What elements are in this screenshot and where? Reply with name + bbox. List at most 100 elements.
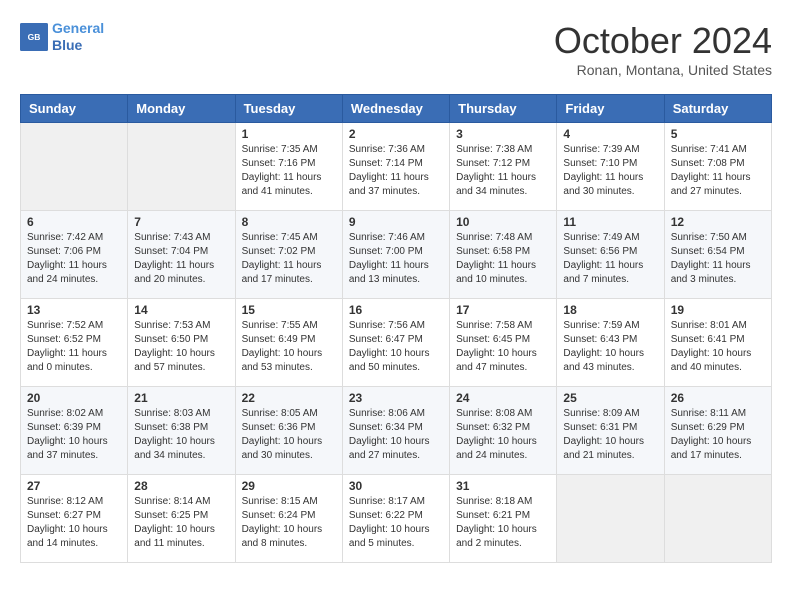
calendar-body: 1 Sunrise: 7:35 AM Sunset: 7:16 PM Daylig…	[21, 123, 772, 563]
day-info: Sunrise: 7:48 AM Sunset: 6:58 PM Dayligh…	[456, 231, 550, 287]
day-number: 30	[349, 479, 443, 493]
day-info: Sunrise: 7:35 AM Sunset: 7:16 PM Dayligh…	[242, 143, 336, 199]
calendar-cell	[128, 123, 235, 211]
calendar-cell	[557, 475, 664, 563]
day-info: Sunrise: 8:09 AM Sunset: 6:31 PM Dayligh…	[563, 407, 657, 463]
logo-icon: GB	[20, 23, 48, 51]
day-number: 4	[563, 127, 657, 141]
location: Ronan, Montana, United States	[554, 62, 772, 78]
day-info: Sunrise: 7:50 AM Sunset: 6:54 PM Dayligh…	[671, 231, 765, 287]
calendar-cell	[664, 475, 771, 563]
day-info: Sunrise: 8:05 AM Sunset: 6:36 PM Dayligh…	[242, 407, 336, 463]
calendar-cell: 8 Sunrise: 7:45 AM Sunset: 7:02 PM Daylig…	[235, 211, 342, 299]
calendar-cell: 18Sunrise: 7:59 AM Sunset: 6:43 PM Dayli…	[557, 299, 664, 387]
calendar-cell: 3Sunrise: 7:38 AM Sunset: 7:12 PM Daylig…	[450, 123, 557, 211]
day-number: 10	[456, 215, 550, 229]
day-number: 23	[349, 391, 443, 405]
day-number: 5	[671, 127, 765, 141]
calendar-cell: 31 Sunrise: 8:18 AM Sunset: 6:21 PM Dayli…	[450, 475, 557, 563]
calendar-week-row: 27 Sunrise: 8:12 AM Sunset: 6:27 PM Dayli…	[21, 475, 772, 563]
weekday-header: Friday	[557, 95, 664, 123]
day-number: 9	[349, 215, 443, 229]
calendar-cell: 27 Sunrise: 8:12 AM Sunset: 6:27 PM Dayli…	[21, 475, 128, 563]
calendar-cell: 12 Sunrise: 7:50 AM Sunset: 6:54 PM Dayli…	[664, 211, 771, 299]
day-number: 28	[134, 479, 228, 493]
calendar-cell: 9 Sunrise: 7:46 AM Sunset: 7:00 PM Daylig…	[342, 211, 449, 299]
calendar-cell: 16 Sunrise: 7:56 AM Sunset: 6:47 PM Dayli…	[342, 299, 449, 387]
day-number: 14	[134, 303, 228, 317]
calendar-cell	[21, 123, 128, 211]
calendar-week-row: 20 Sunrise: 8:02 AM Sunset: 6:39 PM Dayli…	[21, 387, 772, 475]
day-info: Sunrise: 8:03 AM Sunset: 6:38 PM Dayligh…	[134, 407, 228, 463]
day-info: Sunrise: 8:18 AM Sunset: 6:21 PM Dayligh…	[456, 495, 550, 551]
day-info: Sunrise: 8:14 AM Sunset: 6:25 PM Dayligh…	[134, 495, 228, 551]
weekday-header: Sunday	[21, 95, 128, 123]
calendar-cell: 24 Sunrise: 8:08 AM Sunset: 6:32 PM Dayli…	[450, 387, 557, 475]
day-number: 29	[242, 479, 336, 493]
month-title: October 2024	[554, 20, 772, 62]
day-number: 18	[563, 303, 657, 317]
day-info: Sunrise: 7:56 AM Sunset: 6:47 PM Dayligh…	[349, 319, 443, 375]
calendar-week-row: 6Sunrise: 7:42 AM Sunset: 7:06 PM Daylig…	[21, 211, 772, 299]
day-number: 22	[242, 391, 336, 405]
day-number: 27	[27, 479, 121, 493]
day-info: Sunrise: 7:46 AM Sunset: 7:00 PM Dayligh…	[349, 231, 443, 287]
day-number: 26	[671, 391, 765, 405]
weekday-header: Saturday	[664, 95, 771, 123]
calendar-cell: 14 Sunrise: 7:53 AM Sunset: 6:50 PM Dayli…	[128, 299, 235, 387]
calendar-cell: 15 Sunrise: 7:55 AM Sunset: 6:49 PM Dayli…	[235, 299, 342, 387]
day-info: Sunrise: 7:43 AM Sunset: 7:04 PM Dayligh…	[134, 231, 228, 287]
day-number: 11	[563, 215, 657, 229]
calendar-cell: 26 Sunrise: 8:11 AM Sunset: 6:29 PM Dayli…	[664, 387, 771, 475]
day-number: 24	[456, 391, 550, 405]
day-number: 20	[27, 391, 121, 405]
calendar-cell: 4 Sunrise: 7:39 AM Sunset: 7:10 PM Daylig…	[557, 123, 664, 211]
title-block: October 2024 Ronan, Montana, United Stat…	[554, 20, 772, 78]
calendar-cell: 25Sunrise: 8:09 AM Sunset: 6:31 PM Dayli…	[557, 387, 664, 475]
day-info: Sunrise: 7:45 AM Sunset: 7:02 PM Dayligh…	[242, 231, 336, 287]
day-number: 31	[456, 479, 550, 493]
calendar-cell: 7Sunrise: 7:43 AM Sunset: 7:04 PM Daylig…	[128, 211, 235, 299]
day-number: 13	[27, 303, 121, 317]
day-info: Sunrise: 8:11 AM Sunset: 6:29 PM Dayligh…	[671, 407, 765, 463]
calendar-cell: 22 Sunrise: 8:05 AM Sunset: 6:36 PM Dayli…	[235, 387, 342, 475]
calendar-table: SundayMondayTuesdayWednesdayThursdayFrid…	[20, 94, 772, 563]
weekday-header: Monday	[128, 95, 235, 123]
day-info: Sunrise: 7:58 AM Sunset: 6:45 PM Dayligh…	[456, 319, 550, 375]
day-info: Sunrise: 8:02 AM Sunset: 6:39 PM Dayligh…	[27, 407, 121, 463]
weekday-header: Tuesday	[235, 95, 342, 123]
day-info: Sunrise: 7:53 AM Sunset: 6:50 PM Dayligh…	[134, 319, 228, 375]
day-info: Sunrise: 8:12 AM Sunset: 6:27 PM Dayligh…	[27, 495, 121, 551]
svg-text:GB: GB	[28, 32, 41, 42]
day-number: 17	[456, 303, 550, 317]
calendar-cell: 2Sunrise: 7:36 AM Sunset: 7:14 PM Daylig…	[342, 123, 449, 211]
day-info: Sunrise: 8:08 AM Sunset: 6:32 PM Dayligh…	[456, 407, 550, 463]
day-number: 3	[456, 127, 550, 141]
day-number: 15	[242, 303, 336, 317]
calendar-cell: 29Sunrise: 8:15 AM Sunset: 6:24 PM Dayli…	[235, 475, 342, 563]
day-number: 12	[671, 215, 765, 229]
day-info: Sunrise: 7:49 AM Sunset: 6:56 PM Dayligh…	[563, 231, 657, 287]
calendar-cell: 11 Sunrise: 7:49 AM Sunset: 6:56 PM Dayli…	[557, 211, 664, 299]
calendar-cell: 17 Sunrise: 7:58 AM Sunset: 6:45 PM Dayli…	[450, 299, 557, 387]
calendar-week-row: 13Sunrise: 7:52 AM Sunset: 6:52 PM Dayli…	[21, 299, 772, 387]
day-info: Sunrise: 7:55 AM Sunset: 6:49 PM Dayligh…	[242, 319, 336, 375]
day-number: 1	[242, 127, 336, 141]
calendar-cell: 30Sunrise: 8:17 AM Sunset: 6:22 PM Dayli…	[342, 475, 449, 563]
calendar-cell: 1 Sunrise: 7:35 AM Sunset: 7:16 PM Daylig…	[235, 123, 342, 211]
calendar-cell: 5 Sunrise: 7:41 AM Sunset: 7:08 PM Daylig…	[664, 123, 771, 211]
weekday-header: Wednesday	[342, 95, 449, 123]
day-info: Sunrise: 7:41 AM Sunset: 7:08 PM Dayligh…	[671, 143, 765, 199]
calendar-cell: 20 Sunrise: 8:02 AM Sunset: 6:39 PM Dayli…	[21, 387, 128, 475]
calendar-cell: 19Sunrise: 8:01 AM Sunset: 6:41 PM Dayli…	[664, 299, 771, 387]
calendar-header: SundayMondayTuesdayWednesdayThursdayFrid…	[21, 95, 772, 123]
calendar-cell: 6Sunrise: 7:42 AM Sunset: 7:06 PM Daylig…	[21, 211, 128, 299]
weekday-header: Thursday	[450, 95, 557, 123]
calendar-week-row: 1 Sunrise: 7:35 AM Sunset: 7:16 PM Daylig…	[21, 123, 772, 211]
calendar-cell: 23 Sunrise: 8:06 AM Sunset: 6:34 PM Dayli…	[342, 387, 449, 475]
day-info: Sunrise: 8:06 AM Sunset: 6:34 PM Dayligh…	[349, 407, 443, 463]
day-number: 2	[349, 127, 443, 141]
day-number: 8	[242, 215, 336, 229]
day-info: Sunrise: 7:39 AM Sunset: 7:10 PM Dayligh…	[563, 143, 657, 199]
day-number: 16	[349, 303, 443, 317]
